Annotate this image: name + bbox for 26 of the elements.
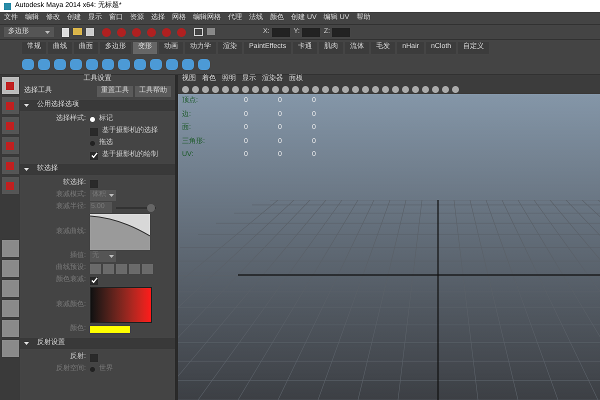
layout-button[interactable] <box>2 280 18 297</box>
tool-button[interactable] <box>2 77 18 94</box>
layout-button[interactable] <box>2 240 18 257</box>
radio-button[interactable] <box>90 141 95 146</box>
caret-icon <box>45 30 50 34</box>
layout-button[interactable] <box>2 340 18 357</box>
checkbox[interactable] <box>90 152 98 160</box>
checkbox[interactable] <box>90 128 98 136</box>
coordinate-field[interactable] <box>332 28 350 36</box>
caret-icon <box>109 255 114 258</box>
expand-arrow-icon <box>24 103 29 108</box>
expand-arrow-icon <box>24 167 29 172</box>
expand-arrow-icon <box>24 341 29 346</box>
app-logo-icon <box>4 2 11 10</box>
folder-icon[interactable] <box>73 28 82 34</box>
layout-button[interactable] <box>2 320 18 337</box>
checkbox[interactable] <box>90 180 98 188</box>
coordinate-field[interactable] <box>272 28 290 36</box>
new-file-icon[interactable] <box>62 28 69 36</box>
caret-icon <box>109 194 114 197</box>
layout-button[interactable] <box>2 300 18 317</box>
checkbox[interactable] <box>90 354 98 362</box>
coordinate-field[interactable] <box>302 28 320 36</box>
radio-button[interactable] <box>90 117 95 122</box>
layout-button[interactable] <box>2 260 18 277</box>
render-frame-icon[interactable] <box>194 28 203 36</box>
